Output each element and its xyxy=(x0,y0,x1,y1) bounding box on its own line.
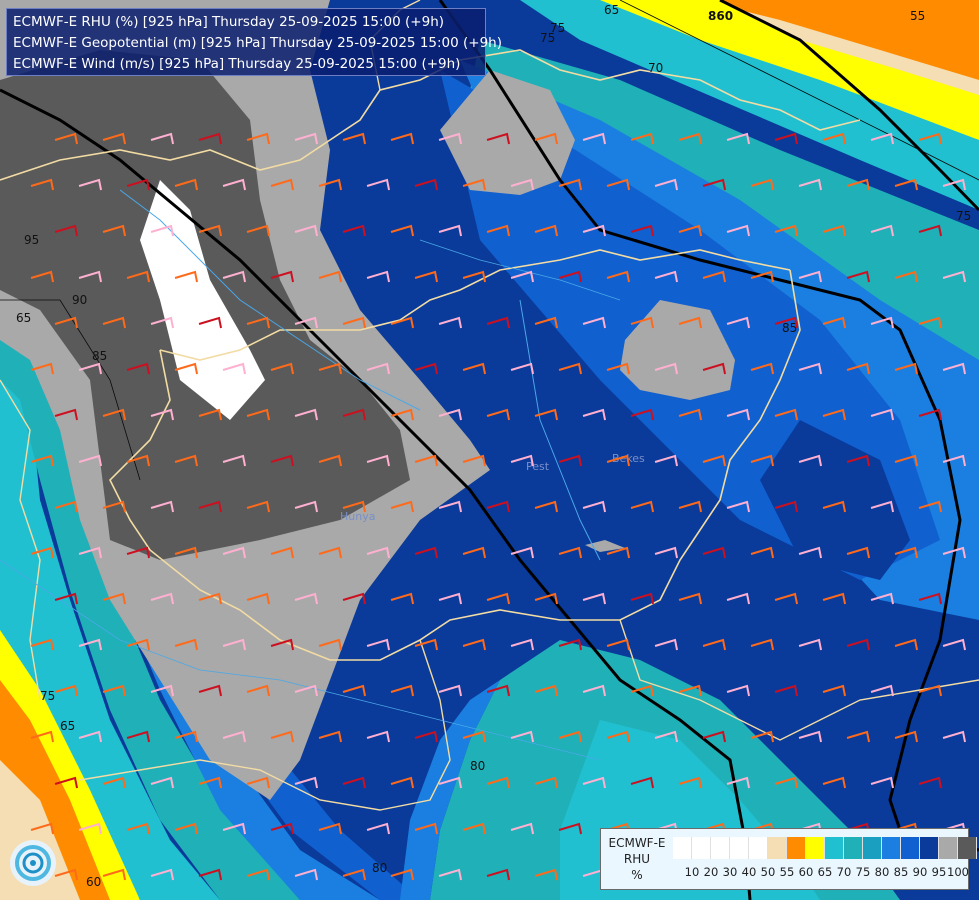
legend-swatch xyxy=(863,837,882,859)
legend-tick: 100 xyxy=(947,865,969,879)
legend-swatch xyxy=(958,837,977,859)
legend-swatch xyxy=(711,837,730,859)
ecmwf-logo-icon xyxy=(10,840,56,886)
contour-label: 860 xyxy=(708,9,733,23)
legend-tick: 40 xyxy=(741,865,757,879)
contour-label: 65 xyxy=(60,719,75,733)
contour-label: 75 xyxy=(40,689,55,703)
header-geopotential: ECMWF-E Geopotential (m) [925 hPa] Thurs… xyxy=(13,35,502,51)
legend-swatch xyxy=(673,837,692,859)
legend-swatch xyxy=(692,837,711,859)
contour-label: 60 xyxy=(86,875,101,889)
place-label: Hunya xyxy=(340,510,375,523)
contour-label: 70 xyxy=(648,61,663,75)
contour-label: 85 xyxy=(782,321,797,335)
legend-tick: 95 xyxy=(931,865,947,879)
contour-label: 75 xyxy=(956,209,971,223)
contour-label: 65 xyxy=(16,311,31,325)
contour-label: 90 xyxy=(72,293,87,307)
legend-tick: 85 xyxy=(893,865,909,879)
legend-tick: 20 xyxy=(703,865,719,879)
legend-swatch xyxy=(730,837,749,859)
legend-swatches xyxy=(673,837,977,859)
legend-tick: 75 xyxy=(855,865,871,879)
contour-label: 55 xyxy=(910,9,925,23)
contour-label: 75 xyxy=(540,31,555,45)
legend-tick: 55 xyxy=(779,865,795,879)
legend-swatch xyxy=(825,837,844,859)
contour-label: 80 xyxy=(372,861,387,875)
place-label: Pest xyxy=(526,460,550,473)
legend-swatch xyxy=(882,837,901,859)
legend-tick: 50 xyxy=(760,865,776,879)
rhu-map[interactable]: 65 75 860 55 70 75 95 65 90 85 85 75 65 … xyxy=(0,0,979,900)
contour-label: 85 xyxy=(92,349,107,363)
legend-swatch xyxy=(920,837,939,859)
legend-tick: 60 xyxy=(798,865,814,879)
legend-swatch xyxy=(939,837,958,859)
legend-swatch xyxy=(844,837,863,859)
header-wind: ECMWF-E Wind (m/s) [925 hPa] Thursday 25… xyxy=(13,56,461,72)
legend-tick: 70 xyxy=(836,865,852,879)
legend-tick: 80 xyxy=(874,865,890,879)
legend-tick: 65 xyxy=(817,865,833,879)
map-header: ECMWF-E RHU (%) [925 hPa] Thursday 25-09… xyxy=(6,8,502,76)
contour-label: 65 xyxy=(604,3,619,17)
legend-swatch xyxy=(749,837,768,859)
legend-ticks: 10 20 30 40 50 55 60 65 70 75 80 85 90 95 100 xyxy=(673,865,969,881)
header-rhu: ECMWF-E RHU (%) [925 hPa] Thursday 25-09… xyxy=(13,14,445,30)
legend-tick: 10 xyxy=(684,865,700,879)
contour-label: 95 xyxy=(24,233,39,247)
legend-tick: 90 xyxy=(912,865,928,879)
legend-swatch xyxy=(901,837,920,859)
contour-label: 80 xyxy=(470,759,485,773)
legend-swatch xyxy=(787,837,806,859)
legend-title: ECMWF-E RHU % xyxy=(608,836,666,882)
legend-tick: 30 xyxy=(722,865,738,879)
legend-swatch xyxy=(768,837,787,859)
legend-swatch xyxy=(806,837,825,859)
legend: ECMWF-E RHU % 10 20 30 40 50 55 60 65 70 75 80 85 90… xyxy=(600,828,977,890)
